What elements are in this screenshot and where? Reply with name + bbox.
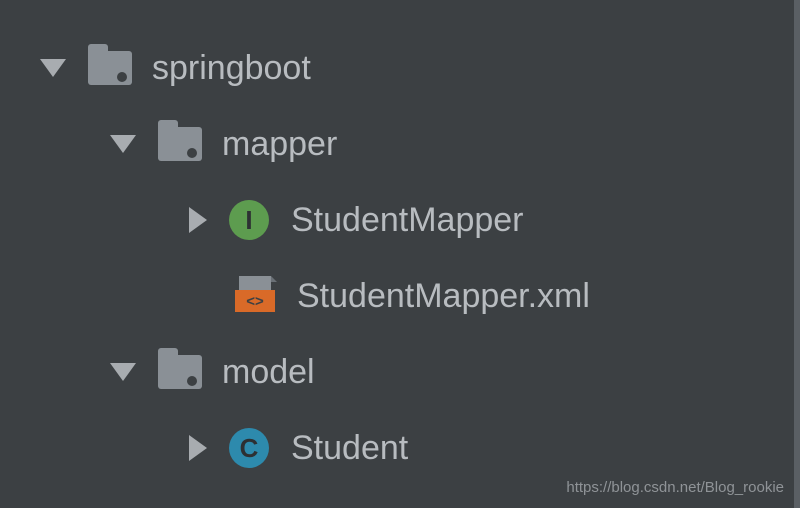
folder-label: springboot bbox=[152, 49, 311, 88]
file-tree: springboot mapper I StudentMapper <> Stu… bbox=[0, 0, 800, 508]
xml-bracket-label: <> bbox=[235, 290, 275, 312]
folder-icon bbox=[158, 127, 202, 161]
file-label: StudentMapper bbox=[291, 201, 524, 240]
file-label: Student bbox=[291, 429, 408, 468]
folder-icon bbox=[158, 355, 202, 389]
tree-row[interactable]: springboot bbox=[40, 30, 794, 106]
class-icon: C bbox=[229, 428, 269, 468]
interface-icon: I bbox=[229, 200, 269, 240]
chevron-right-icon[interactable] bbox=[189, 207, 207, 233]
xml-file-icon: <> bbox=[235, 276, 275, 316]
folder-label: model bbox=[222, 353, 315, 392]
tree-row[interactable]: model bbox=[40, 334, 794, 410]
arrow-spacer bbox=[185, 283, 213, 309]
chevron-down-icon[interactable] bbox=[110, 363, 136, 381]
watermark: https://blog.csdn.net/Blog_rookie bbox=[566, 479, 784, 496]
interface-letter: I bbox=[245, 205, 252, 236]
chevron-down-icon[interactable] bbox=[40, 59, 66, 77]
chevron-down-icon[interactable] bbox=[110, 135, 136, 153]
tree-row[interactable]: <> StudentMapper.xml bbox=[40, 258, 794, 334]
tree-row[interactable]: mapper bbox=[40, 106, 794, 182]
file-label: StudentMapper.xml bbox=[297, 277, 590, 316]
tree-row[interactable]: C Student bbox=[40, 410, 794, 486]
tree-row[interactable]: I StudentMapper bbox=[40, 182, 794, 258]
class-letter: C bbox=[240, 433, 259, 464]
folder-icon bbox=[88, 51, 132, 85]
chevron-right-icon[interactable] bbox=[189, 435, 207, 461]
folder-label: mapper bbox=[222, 125, 337, 164]
